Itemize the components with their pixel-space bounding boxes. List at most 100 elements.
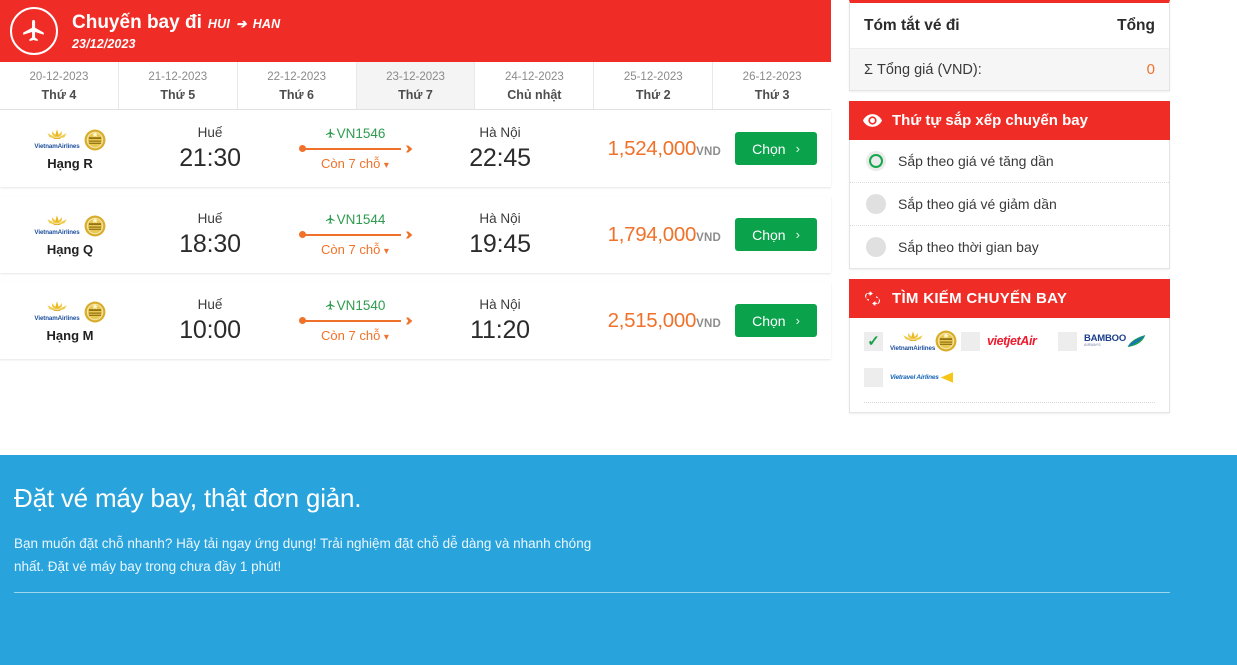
airline-filter-vietnam-airlines[interactable]: ✓ Vietna (864, 330, 961, 352)
flight-number-text: VN1546 (337, 126, 386, 141)
fare-class-label: Hạng Q (47, 242, 93, 257)
date-tab-date: 23-12-2023 (386, 69, 445, 86)
price-currency: VND (696, 232, 721, 244)
sort-option-price-asc[interactable]: Sắp theo giá vé tăng dần (850, 140, 1169, 183)
arrow-plane-icon (398, 314, 414, 328)
vietnam-airlines-logo: VietnamAirlines (34, 127, 105, 153)
date-tab-4[interactable]: 24-12-2023 Chủ nhật (475, 62, 594, 109)
vietnam-airlines-wordmark: VietnamAirlines (34, 316, 79, 322)
date-tab-strip: 20-12-2023 Thứ 4 21-12-2023 Thứ 5 22-12-… (0, 62, 831, 110)
ticket-summary-header: Tóm tắt vé đi Tổng (850, 3, 1169, 49)
departure-cell: Huế 10:00 (140, 295, 280, 346)
route-line (299, 315, 411, 327)
seats-remaining[interactable]: Còn 7 chỗ ▾ (321, 155, 389, 173)
airline-filter-divider (864, 402, 1155, 412)
flight-number-text: VN1544 (337, 212, 386, 227)
airline-filter-header: TÌM KIẾM CHUYẾN BAY (849, 279, 1170, 318)
skytrax-medal-icon (935, 330, 957, 352)
seats-text: Còn 7 chỗ (321, 156, 380, 171)
date-tab-5[interactable]: 25-12-2023 Thứ 2 (594, 62, 713, 109)
date-tab-weekday: Thứ 2 (636, 86, 671, 105)
select-flight-button[interactable]: Chọn › (735, 132, 817, 165)
airline-filter-vietjet-air[interactable]: vietjetAir (961, 330, 1058, 352)
date-tab-0[interactable]: 20-12-2023 Thứ 4 (0, 62, 119, 109)
flight-row[interactable]: VietnamAirlines Hạng Q (0, 196, 831, 273)
arrival-time: 22:45 (430, 143, 570, 174)
date-tab-3-active[interactable]: 23-12-2023 Thứ 7 (357, 62, 476, 109)
date-tab-2[interactable]: 22-12-2023 Thứ 6 (238, 62, 357, 109)
total-price-label: Σ Tổng giá (VND): (864, 62, 982, 78)
price-cell: 1,524,000VND (570, 137, 735, 161)
skytrax-medal-icon (84, 129, 106, 151)
route-cell: VN1540 Còn 7 chỗ ▾ (280, 297, 430, 345)
flight-row[interactable]: VietnamAirlines Hạng R (0, 110, 831, 187)
vietnam-airlines-logo: VietnamAirlines (890, 330, 957, 352)
route-line (299, 143, 411, 155)
flight-row[interactable]: VietnamAirlines Hạng M (0, 282, 831, 359)
departure-time: 18:30 (140, 229, 280, 260)
chevron-right-icon: › (796, 227, 800, 242)
date-tab-weekday: Chủ nhật (507, 86, 561, 105)
sort-panel: Thứ tự sắp xếp chuyến bay Sắp theo giá v… (849, 101, 1170, 269)
vietravel-arrow-icon (939, 372, 953, 383)
destination-code: HAN (253, 17, 281, 33)
fare-class-label: Hạng R (47, 156, 93, 171)
route-bar (303, 234, 401, 235)
checkbox-checked[interactable]: ✓ (864, 332, 883, 351)
sort-option-price-desc[interactable]: Sắp theo giá vé giảm dần (850, 183, 1169, 226)
date-tab-date: 26-12-2023 (743, 69, 802, 86)
select-flight-label: Chọn (752, 227, 785, 243)
route-bar (303, 148, 401, 149)
select-flight-button[interactable]: Chọn › (735, 304, 817, 337)
date-tab-date: 24-12-2023 (505, 69, 564, 86)
seats-text: Còn 7 chỗ (321, 242, 380, 257)
airline-filter-vietravel-airlines[interactable]: Vietravel Airlines (864, 366, 961, 388)
price-cell: 2,515,000VND (570, 309, 735, 333)
airline-filter-bamboo-airways[interactable]: BAMBOO AIRWAYS (1058, 330, 1155, 352)
departure-city: Huế (140, 123, 280, 143)
radio-icon[interactable] (866, 237, 886, 257)
ticket-summary-total-label: Tổng (1117, 17, 1155, 35)
page-title: Chuyến bay đi HUI ➔ HAN (72, 11, 280, 35)
price-cell: 1,794,000VND (570, 223, 735, 247)
seats-text: Còn 7 chỗ (321, 328, 380, 343)
radio-icon-selected[interactable] (866, 151, 886, 171)
sort-options-list: Sắp theo giá vé tăng dần Sắp theo giá vé… (849, 140, 1170, 269)
checkbox-unchecked[interactable] (864, 368, 883, 387)
refresh-icon (863, 290, 882, 307)
airline-cell: VietnamAirlines Hạng R (0, 127, 140, 171)
select-cell: Chọn › (735, 218, 831, 251)
radio-icon[interactable] (866, 194, 886, 214)
flight-number-text: VN1540 (337, 298, 386, 313)
skytrax-medal-icon (84, 301, 106, 323)
sort-option-flight-time[interactable]: Sắp theo thời gian bay (850, 226, 1169, 268)
sort-panel-title: Thứ tự sắp xếp chuyến bay (892, 112, 1088, 129)
flight-number: VN1544 (325, 211, 386, 229)
date-tab-weekday: Thứ 7 (398, 86, 433, 105)
airline-cell: VietnamAirlines Hạng M (0, 299, 140, 343)
date-tab-6[interactable]: 26-12-2023 Thứ 3 (713, 62, 831, 109)
lotus-icon (896, 330, 930, 345)
checkbox-unchecked[interactable] (1058, 332, 1077, 351)
vietnam-airlines-wordmark: VietnamAirlines (34, 144, 79, 150)
lotus-icon (40, 300, 74, 315)
seats-remaining[interactable]: Còn 7 chỗ ▾ (321, 241, 389, 259)
seats-remaining[interactable]: Còn 7 chỗ ▾ (321, 327, 389, 345)
price-amount: 1,794,000 (608, 223, 697, 246)
date-tab-weekday: Thứ 3 (755, 86, 790, 105)
airline-cell: VietnamAirlines Hạng Q (0, 213, 140, 257)
select-flight-button[interactable]: Chọn › (735, 218, 817, 251)
chevron-down-icon: ▾ (384, 332, 389, 343)
arrival-city: Hà Nội (430, 209, 570, 229)
date-tab-weekday: Thứ 6 (279, 86, 314, 105)
date-tab-1[interactable]: 21-12-2023 Thứ 5 (119, 62, 238, 109)
date-tab-weekday: Thứ 4 (42, 86, 77, 105)
promo-banner-inner: Đặt vé máy bay, thật đơn giản. Bạn muốn … (0, 455, 1237, 578)
checkbox-unchecked[interactable] (961, 332, 980, 351)
arrow-plane-icon (398, 142, 414, 156)
small-airplane-icon (325, 300, 336, 311)
vietjet-wordmark: vietjetAir (987, 334, 1037, 348)
page-root: Chuyến bay đi HUI ➔ HAN 23/12/2023 20-12… (0, 0, 1237, 665)
skytrax-medal-icon (84, 215, 106, 237)
flight-number: VN1546 (325, 125, 386, 143)
